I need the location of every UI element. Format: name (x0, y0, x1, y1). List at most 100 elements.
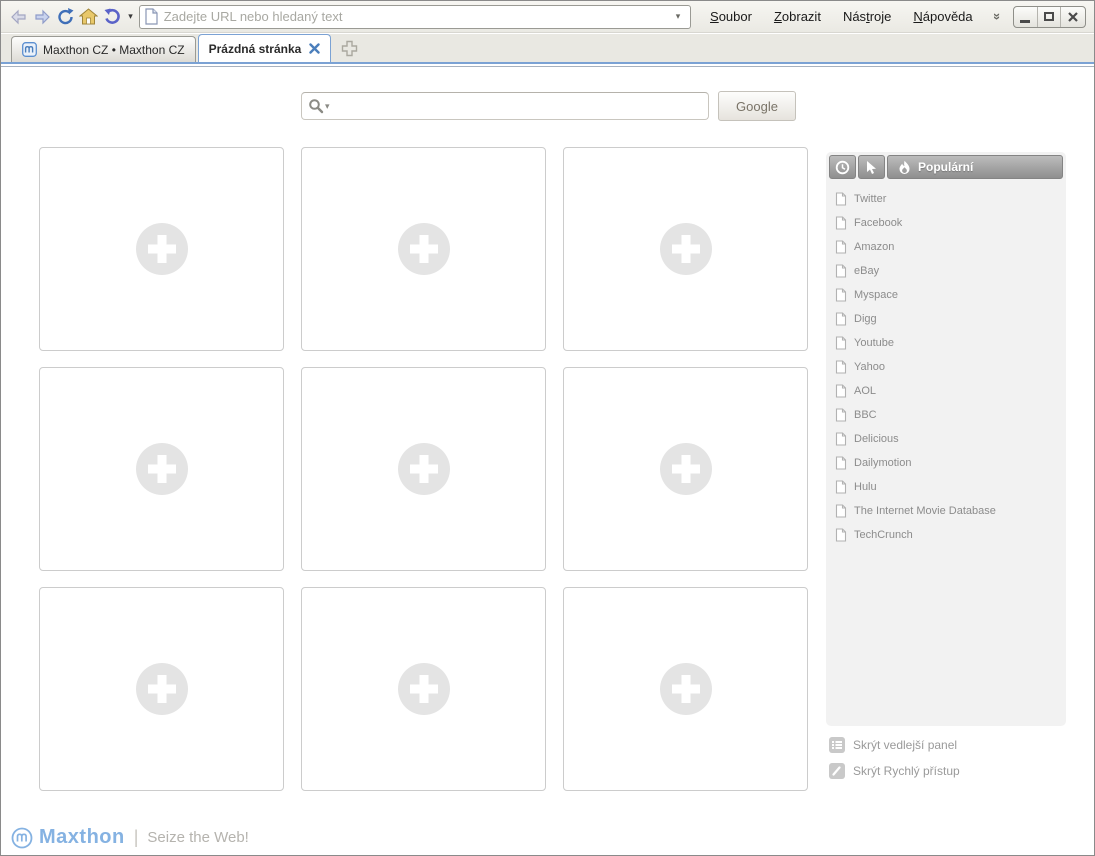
site-name: Myspace (854, 289, 898, 301)
quick-access-tile[interactable] (301, 587, 546, 791)
site-list-item[interactable]: Amazon (829, 235, 1063, 259)
quick-access-tile[interactable] (301, 147, 546, 351)
site-list-item[interactable]: Facebook (829, 211, 1063, 235)
panel-toggle-links: Skrýt vedlejší panel Skrýt Rychlý přístu… (829, 735, 960, 787)
page-icon (835, 336, 847, 350)
site-name: Hulu (854, 481, 877, 493)
hide-sidebar-link[interactable]: Skrýt vedlejší panel (829, 735, 960, 755)
site-list-item[interactable]: Dailymotion (829, 451, 1063, 475)
hide-quick-access-link[interactable]: Skrýt Rychlý přístup (829, 761, 960, 781)
url-dropdown-icon[interactable]: ▾ (670, 11, 686, 22)
menu-napoveda[interactable]: Nápověda (904, 5, 981, 28)
site-name: Youtube (854, 337, 894, 349)
quick-access-tile[interactable] (39, 587, 284, 791)
close-button[interactable] (1061, 7, 1085, 27)
page-icon (835, 312, 847, 326)
new-tab-button[interactable] (341, 40, 358, 57)
forward-arrow-icon (33, 9, 51, 25)
page-icon (835, 192, 847, 206)
site-list-item[interactable]: Digg (829, 307, 1063, 331)
tab-bar: Maxthon CZ • Maxthon CZ Prázdná stránka (1, 34, 1094, 64)
site-list-item[interactable]: AOL (829, 379, 1063, 403)
forward-button[interactable] (32, 6, 52, 28)
home-button[interactable] (78, 6, 98, 28)
tab-title: Maxthon CZ • Maxthon CZ (43, 43, 185, 57)
maxthon-logo-icon (11, 827, 33, 849)
undo-caret-icon[interactable]: ▾ (128, 12, 133, 21)
footer-separator: | (134, 827, 139, 848)
clock-icon (835, 160, 850, 175)
page-icon (835, 264, 847, 278)
add-site-plus-icon[interactable] (136, 443, 188, 495)
tab-prazdna-stranka[interactable]: Prázdná stránka (198, 34, 332, 62)
menu-soubor[interactable]: Soubor (701, 5, 761, 28)
quick-access-tile[interactable] (301, 367, 546, 571)
page-icon (144, 8, 159, 25)
undo-button[interactable] (101, 6, 123, 28)
toolbar-overflow-chevron-icon[interactable]: » (990, 13, 1005, 20)
new-tab-plus-icon (341, 40, 358, 57)
site-list-item[interactable]: The Internet Movie Database (829, 499, 1063, 523)
site-list-item[interactable]: Twitter (829, 187, 1063, 211)
flame-icon (898, 160, 911, 175)
add-site-plus-icon[interactable] (660, 223, 712, 275)
cursor-tab-button[interactable] (858, 155, 885, 179)
site-list-item[interactable]: Delicious (829, 427, 1063, 451)
back-button[interactable] (9, 6, 29, 28)
sidebar-panel: Populární Twitter (826, 152, 1066, 726)
refresh-button[interactable] (55, 6, 75, 28)
add-site-plus-icon[interactable] (398, 223, 450, 275)
back-arrow-icon (10, 9, 28, 25)
site-name: Yahoo (854, 361, 885, 373)
pencil-icon (829, 763, 845, 779)
site-list-item[interactable]: TechCrunch (829, 523, 1063, 547)
window-controls (1013, 6, 1086, 28)
popular-tab-label: Populární (918, 160, 973, 174)
add-site-plus-icon[interactable] (398, 663, 450, 715)
search-area: ▾ Google (301, 91, 796, 121)
main-toolbar: ▾ ▾ Soubor Zobrazit Nástroje Nápověda » (1, 1, 1094, 33)
page-icon (835, 288, 847, 302)
search-engine-dropdown-icon[interactable]: ▾ (325, 101, 330, 112)
add-site-plus-icon[interactable] (660, 443, 712, 495)
history-tab-button[interactable] (829, 155, 856, 179)
maximize-icon (1044, 12, 1054, 21)
quick-access-tile[interactable] (563, 147, 808, 351)
search-box[interactable]: ▾ (301, 92, 709, 120)
minimize-button[interactable] (1014, 7, 1038, 27)
brand-name: Maxthon (39, 826, 125, 849)
site-list-item[interactable]: BBC (829, 403, 1063, 427)
tab-maxthon-cz[interactable]: Maxthon CZ • Maxthon CZ (11, 36, 196, 62)
site-name: Amazon (854, 241, 894, 253)
address-bar[interactable]: ▾ (139, 5, 691, 29)
site-list-item[interactable]: Youtube (829, 331, 1063, 355)
add-site-plus-icon[interactable] (136, 223, 188, 275)
site-name: BBC (854, 409, 877, 421)
search-input[interactable] (334, 99, 702, 114)
quick-access-tile[interactable] (39, 147, 284, 351)
quick-access-tile[interactable] (563, 367, 808, 571)
site-name: TechCrunch (854, 529, 913, 541)
site-name: AOL (854, 385, 876, 397)
quick-access-tile[interactable] (563, 587, 808, 791)
site-list-item[interactable]: Myspace (829, 283, 1063, 307)
popular-tab-button[interactable]: Populární (887, 155, 1063, 179)
site-list-item[interactable]: Hulu (829, 475, 1063, 499)
add-site-plus-icon[interactable] (398, 443, 450, 495)
add-site-plus-icon[interactable] (136, 663, 188, 715)
google-search-button[interactable]: Google (718, 91, 796, 121)
tab-close-icon[interactable] (309, 43, 320, 54)
menu-nastroje[interactable]: Nástroje (834, 5, 900, 28)
page-icon (835, 240, 847, 254)
site-list-item[interactable]: eBay (829, 259, 1063, 283)
site-name: The Internet Movie Database (854, 505, 996, 517)
site-list-item[interactable]: Yahoo (829, 355, 1063, 379)
add-site-plus-icon[interactable] (660, 663, 712, 715)
search-icon (308, 98, 324, 114)
menu-zobrazit[interactable]: Zobrazit (765, 5, 830, 28)
quick-access-tile[interactable] (39, 367, 284, 571)
url-input[interactable] (164, 9, 670, 24)
site-name: Twitter (854, 193, 886, 205)
maximize-button[interactable] (1038, 7, 1062, 27)
undo-dropdown[interactable]: ▾ (101, 6, 133, 28)
